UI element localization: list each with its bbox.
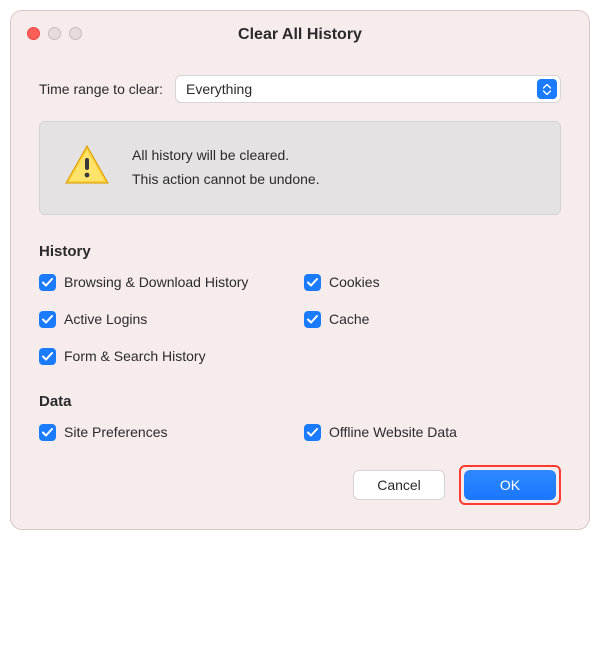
checkbox-label: Site Preferences	[64, 424, 168, 440]
check-icon	[39, 424, 56, 441]
cancel-button[interactable]: Cancel	[353, 470, 445, 500]
dialog-content: Time range to clear: Everything All	[11, 59, 589, 529]
check-icon	[39, 311, 56, 328]
checkbox-label: Form & Search History	[64, 348, 206, 364]
section-title-data: Data	[39, 393, 561, 410]
check-icon	[304, 424, 321, 441]
titlebar: Clear All History	[11, 11, 589, 59]
checkbox-site-preferences[interactable]: Site Preferences	[39, 424, 296, 441]
maximize-window-button[interactable]	[69, 27, 82, 40]
check-icon	[304, 274, 321, 291]
time-range-row: Time range to clear: Everything	[39, 75, 561, 103]
checkbox-label: Offline Website Data	[329, 424, 457, 440]
ok-button[interactable]: OK	[464, 470, 556, 500]
checkbox-browsing-download-history[interactable]: Browsing & Download History	[39, 274, 296, 291]
warning-icon	[64, 144, 110, 191]
warning-line-1: All history will be cleared.	[132, 144, 320, 168]
close-window-button[interactable]	[27, 27, 40, 40]
warning-line-2: This action cannot be undone.	[132, 168, 320, 192]
ok-button-highlight: OK	[459, 465, 561, 505]
check-icon	[304, 311, 321, 328]
minimize-window-button[interactable]	[48, 27, 61, 40]
checkbox-label: Browsing & Download History	[64, 274, 248, 290]
check-icon	[39, 274, 56, 291]
warning-panel: All history will be cleared. This action…	[39, 121, 561, 215]
dialog-footer: Cancel OK	[39, 465, 561, 505]
window-title: Clear All History	[238, 26, 362, 44]
checkbox-label: Cache	[329, 311, 369, 327]
checkbox-offline-website-data[interactable]: Offline Website Data	[304, 424, 561, 441]
checkbox-active-logins[interactable]: Active Logins	[39, 311, 296, 328]
check-icon	[39, 348, 56, 365]
checkbox-cache[interactable]: Cache	[304, 311, 561, 328]
checkbox-label: Cookies	[329, 274, 380, 290]
dialog-window: Clear All History Time range to clear: E…	[10, 10, 590, 530]
time-range-selected-value: Everything	[186, 81, 252, 97]
checkbox-label: Active Logins	[64, 311, 147, 327]
history-checkbox-grid: Browsing & Download History Cookies Acti…	[39, 274, 561, 365]
checkbox-cookies[interactable]: Cookies	[304, 274, 561, 291]
traffic-lights	[27, 27, 82, 40]
section-title-history: History	[39, 243, 561, 260]
select-caret-icon	[537, 79, 557, 99]
warning-text: All history will be cleared. This action…	[132, 144, 320, 192]
data-checkbox-grid: Site Preferences Offline Website Data	[39, 424, 561, 441]
time-range-label: Time range to clear:	[39, 81, 163, 97]
checkbox-form-search-history[interactable]: Form & Search History	[39, 348, 296, 365]
time-range-select[interactable]: Everything	[175, 75, 561, 103]
